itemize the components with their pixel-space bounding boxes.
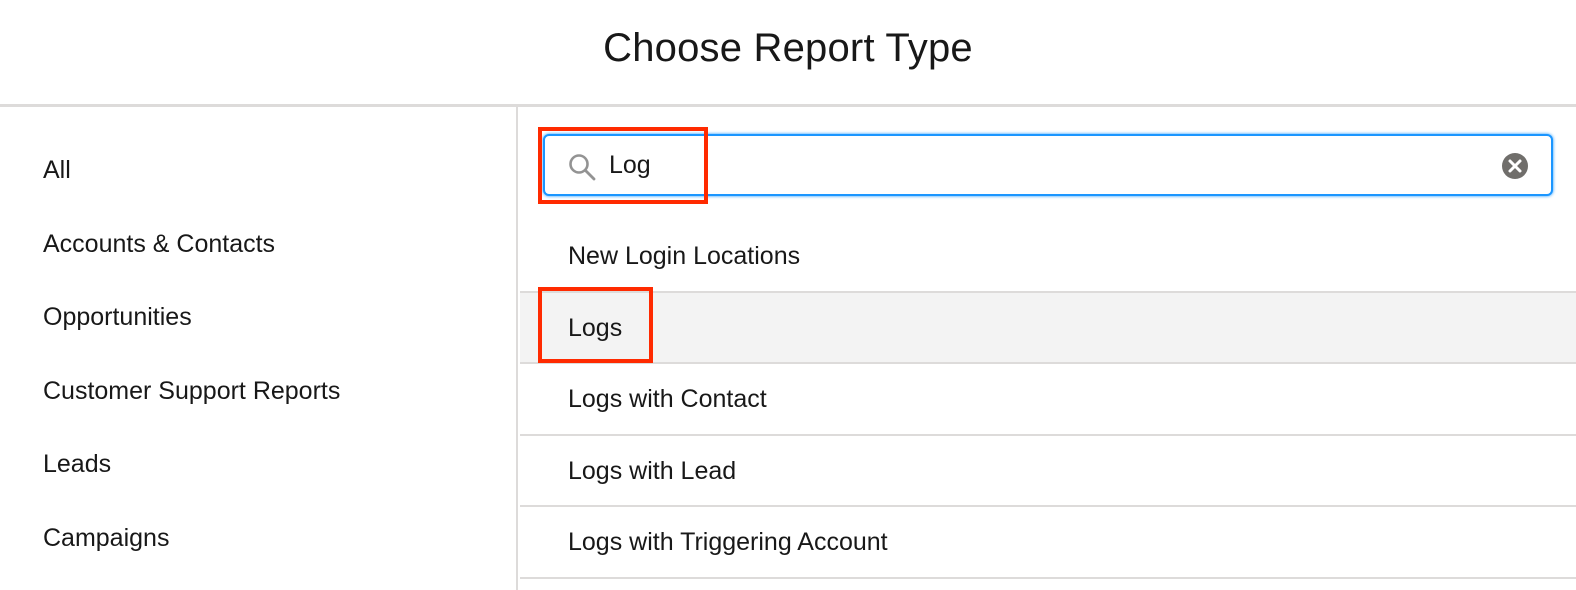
report-type-panel: New Login Locations Logs Logs with Conta… [520,107,1576,590]
category-sidebar: All Accounts & Contacts Opportunities Cu… [0,107,518,590]
search-box[interactable] [543,134,1553,196]
category-list: All Accounts & Contacts Opportunities Cu… [0,107,516,576]
report-type-results: New Login Locations Logs Logs with Conta… [520,221,1576,579]
sidebar-item-campaigns[interactable]: Campaigns [0,502,516,576]
result-logs[interactable]: Logs [520,292,1576,364]
page-title: Choose Report Type [603,25,973,70]
sidebar-item-accounts-contacts[interactable]: Accounts & Contacts [0,208,516,282]
sidebar-item-all[interactable]: All [0,134,516,208]
search-icon [569,154,596,181]
clear-icon[interactable] [1501,152,1529,180]
modal-header: Choose Report Type [0,0,1576,107]
result-logs-with-contact[interactable]: Logs with Contact [520,364,1576,436]
sidebar-item-opportunities[interactable]: Opportunities [0,281,516,355]
result-new-login-locations[interactable]: New Login Locations [520,221,1576,293]
search-input[interactable] [609,144,1469,186]
result-logs-with-triggering-account[interactable]: Logs with Triggering Account [520,507,1576,579]
result-logs-with-lead[interactable]: Logs with Lead [520,436,1576,507]
sidebar-item-customer-support-reports[interactable]: Customer Support Reports [0,355,516,429]
sidebar-item-leads[interactable]: Leads [0,428,516,502]
